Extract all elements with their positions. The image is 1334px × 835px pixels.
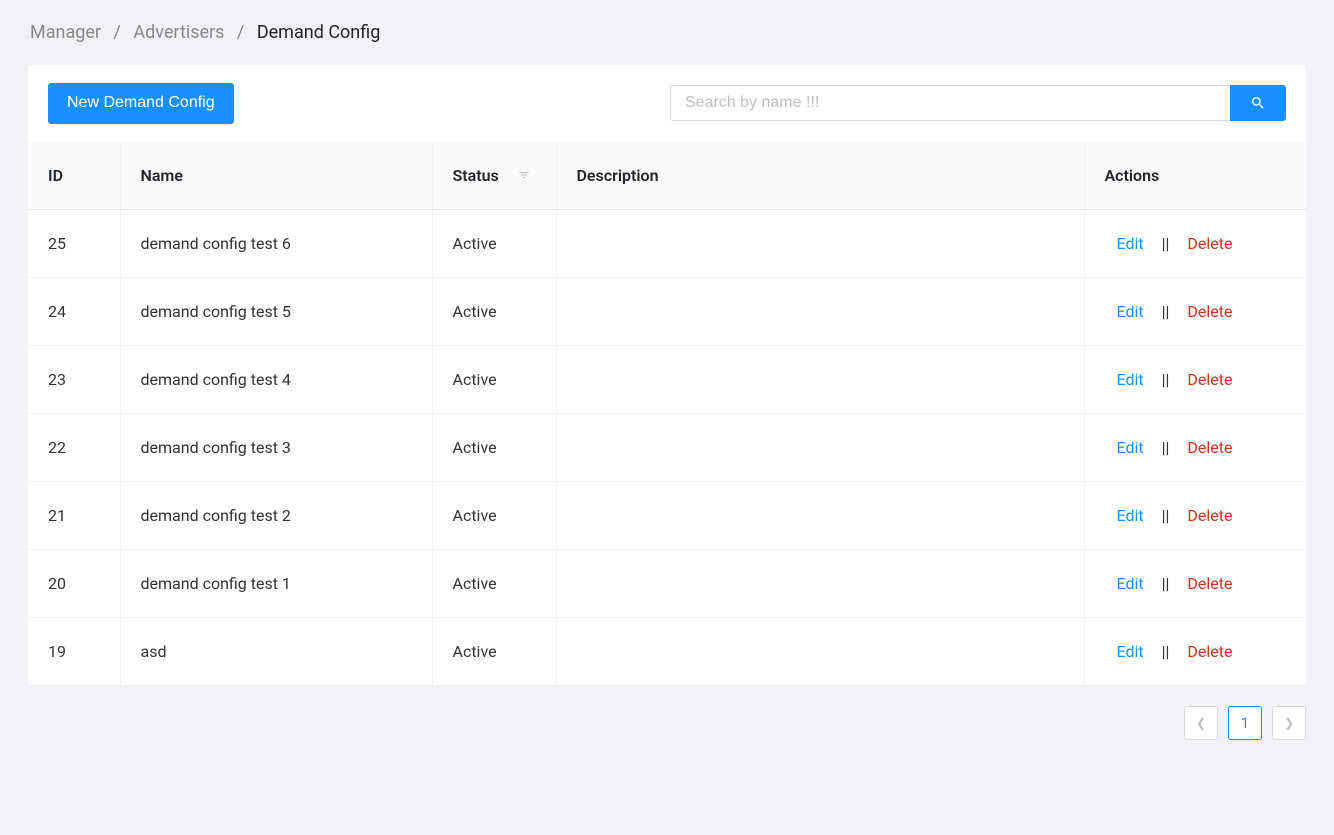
action-separator: || [1162,302,1170,321]
cell-id: 23 [28,345,120,413]
pagination-prev-button[interactable]: ❮ [1184,706,1218,740]
delete-link[interactable]: Delete [1187,234,1232,253]
cell-status: Active [432,413,556,481]
cell-id: 22 [28,413,120,481]
cell-name: demand config test 2 [120,481,432,549]
edit-link[interactable]: Edit [1117,370,1144,389]
table-row: 21demand config test 2Active Edit || Delete [28,481,1306,549]
edit-link[interactable]: Edit [1117,506,1144,525]
column-header-actions: Actions [1084,142,1306,210]
demand-config-table: ID Name Status Description Actions 25dem… [28,142,1306,686]
cell-status: Active [432,277,556,345]
column-header-status-label: Status [453,166,499,185]
cell-status: Active [432,481,556,549]
column-header-status[interactable]: Status [432,142,556,210]
cell-name: demand config test 5 [120,277,432,345]
action-separator: || [1162,438,1170,457]
cell-status: Active [432,617,556,685]
delete-link[interactable]: Delete [1187,302,1232,321]
chevron-right-icon: ❯ [1284,716,1294,730]
table-row: 19asdActive Edit || Delete [28,617,1306,685]
action-separator: || [1162,370,1170,389]
cell-name: asd [120,617,432,685]
search-button[interactable] [1230,85,1286,121]
cell-id: 25 [28,209,120,277]
pagination-next-button[interactable]: ❯ [1272,706,1306,740]
table-row: 24demand config test 5Active Edit || Delete [28,277,1306,345]
cell-description [556,617,1084,685]
edit-link[interactable]: Edit [1117,642,1144,661]
cell-actions: Edit || Delete [1084,209,1306,277]
cell-name: demand config test 3 [120,413,432,481]
cell-description [556,277,1084,345]
delete-link[interactable]: Delete [1187,642,1232,661]
chevron-left-icon: ❮ [1196,716,1206,730]
breadcrumb: Manager / Advertisers / Demand Config [30,22,1306,43]
cell-id: 21 [28,481,120,549]
cell-actions: Edit || Delete [1084,277,1306,345]
breadcrumb-link-manager[interactable]: Manager [30,22,101,43]
edit-link[interactable]: Edit [1117,574,1144,593]
pagination: ❮ 1 ❯ [28,686,1306,740]
filter-icon[interactable] [518,166,530,185]
cell-name: demand config test 1 [120,549,432,617]
cell-actions: Edit || Delete [1084,413,1306,481]
cell-status: Active [432,345,556,413]
breadcrumb-link-advertisers[interactable]: Advertisers [133,22,224,43]
table-row: 23demand config test 4Active Edit || Delete [28,345,1306,413]
cell-name: demand config test 6 [120,209,432,277]
edit-link[interactable]: Edit [1117,234,1144,253]
cell-id: 19 [28,617,120,685]
delete-link[interactable]: Delete [1187,370,1232,389]
cell-description [556,549,1084,617]
search-group [670,85,1286,121]
breadcrumb-current: Demand Config [257,22,381,43]
action-separator: || [1162,506,1170,525]
breadcrumb-separator: / [113,22,120,43]
search-input[interactable] [670,85,1230,121]
column-header-description[interactable]: Description [556,142,1084,210]
cell-description [556,209,1084,277]
column-header-id[interactable]: ID [28,142,120,210]
table-row: 22demand config test 3Active Edit || Delete [28,413,1306,481]
cell-status: Active [432,209,556,277]
delete-link[interactable]: Delete [1187,506,1232,525]
delete-link[interactable]: Delete [1187,574,1232,593]
cell-id: 24 [28,277,120,345]
new-demand-config-button[interactable]: New Demand Config [48,83,234,124]
cell-name: demand config test 4 [120,345,432,413]
cell-actions: Edit || Delete [1084,549,1306,617]
cell-description [556,345,1084,413]
action-separator: || [1162,574,1170,593]
pagination-page-1-button[interactable]: 1 [1228,706,1262,740]
cell-description [556,481,1084,549]
action-separator: || [1162,234,1170,253]
edit-link[interactable]: Edit [1117,302,1144,321]
search-icon [1250,95,1266,111]
column-header-name[interactable]: Name [120,142,432,210]
cell-description [556,413,1084,481]
delete-link[interactable]: Delete [1187,438,1232,457]
edit-link[interactable]: Edit [1117,438,1144,457]
cell-actions: Edit || Delete [1084,345,1306,413]
cell-status: Active [432,549,556,617]
table-row: 20demand config test 1Active Edit || Delete [28,549,1306,617]
action-separator: || [1162,642,1170,661]
cell-id: 20 [28,549,120,617]
cell-actions: Edit || Delete [1084,481,1306,549]
table-row: 25demand config test 6Active Edit || Delete [28,209,1306,277]
cell-actions: Edit || Delete [1084,617,1306,685]
breadcrumb-separator: / [237,22,244,43]
